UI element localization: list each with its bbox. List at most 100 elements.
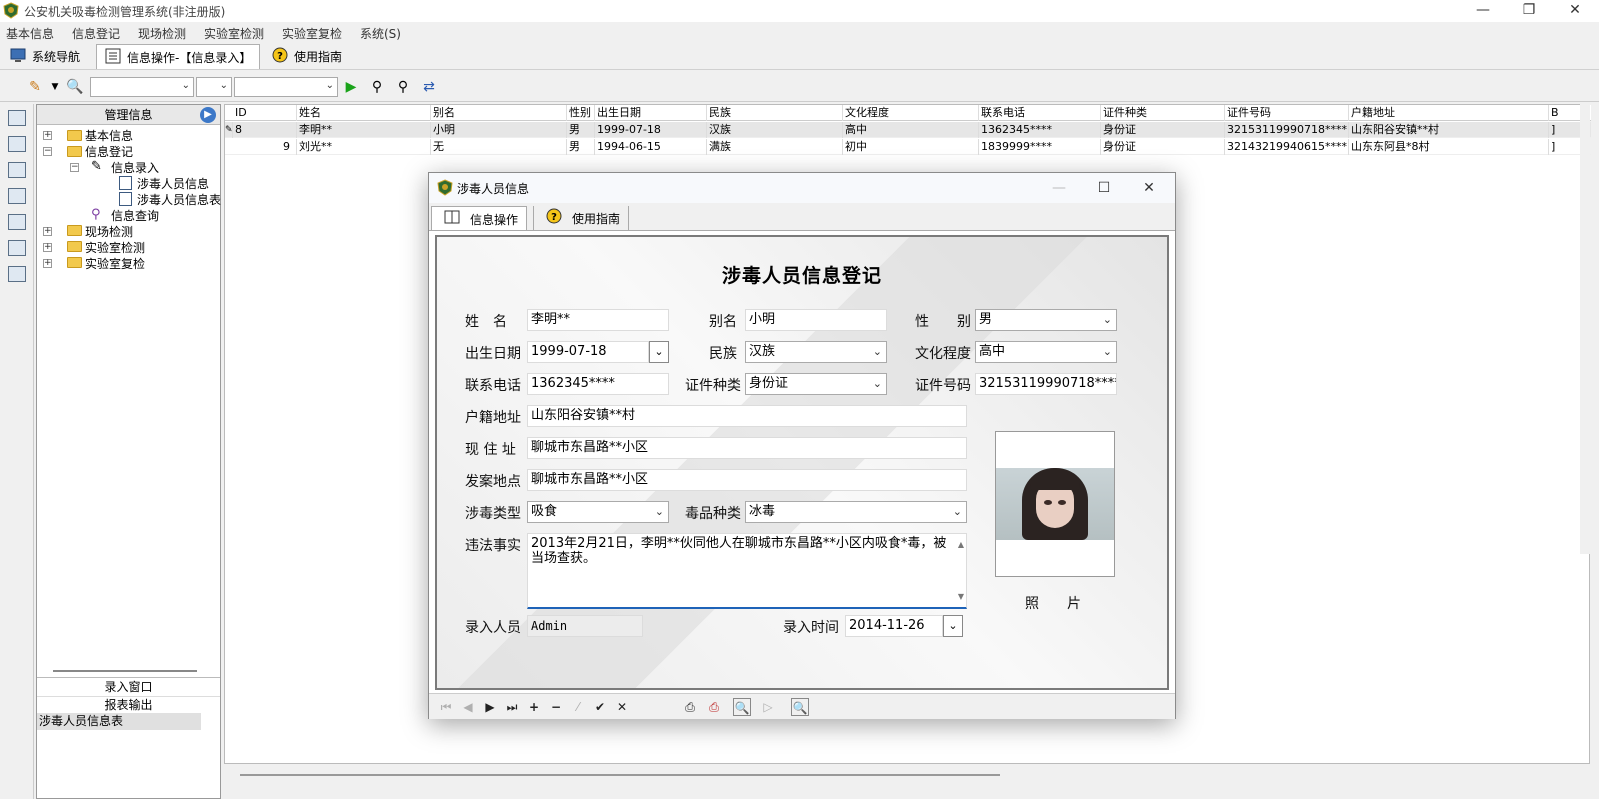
col-header[interactable]: 联系电话 bbox=[979, 105, 1101, 121]
col-header[interactable]: 民族 bbox=[707, 105, 843, 121]
tree-item-basic-info[interactable]: 基本信息 bbox=[85, 127, 133, 144]
drug-kind-select[interactable]: 冰毒 ⌄ bbox=[745, 501, 967, 523]
tree-item-lab-test[interactable]: 实验室检测 bbox=[85, 239, 145, 256]
date-picker-button[interactable]: ⌄ bbox=[649, 341, 669, 363]
tab-info-operation[interactable]: 信息操作-【信息录入】 bbox=[96, 44, 261, 69]
expand-icon[interactable]: + bbox=[43, 227, 52, 236]
find-next-icon[interactable]: ⚲ bbox=[394, 79, 412, 95]
date-picker-button[interactable]: ⌄ bbox=[943, 615, 963, 637]
document-icon[interactable] bbox=[8, 188, 26, 204]
col-header[interactable]: 户籍地址 bbox=[1349, 105, 1549, 121]
tab-system-nav[interactable]: 系统导航 bbox=[2, 44, 88, 69]
menu-lab-retest[interactable]: 实验室复检 bbox=[282, 25, 342, 42]
tree-item-person-table[interactable]: 涉毒人员信息表 bbox=[137, 191, 221, 208]
last-record-icon[interactable]: ⏭ bbox=[503, 698, 521, 716]
id-number-field[interactable]: 32153119990718**** bbox=[975, 373, 1117, 395]
menu-info-register[interactable]: 信息登记 bbox=[72, 25, 120, 42]
close-button[interactable]: ✕ bbox=[1552, 0, 1598, 22]
splitter[interactable] bbox=[53, 670, 197, 672]
dialog-close-button[interactable]: ✕ bbox=[1129, 175, 1169, 201]
list-item-entry-window[interactable]: 录入窗口 bbox=[37, 679, 220, 696]
name-field[interactable]: 李明** bbox=[527, 309, 669, 331]
delete-record-icon[interactable]: − bbox=[547, 698, 565, 716]
horizontal-scrollbar[interactable] bbox=[240, 774, 1000, 776]
col-header[interactable]: 别名 bbox=[431, 105, 567, 121]
play-icon[interactable]: ▷ bbox=[759, 698, 777, 716]
scroll-up-icon[interactable]: ▲ bbox=[958, 537, 964, 552]
pencil-icon[interactable]: ✎ bbox=[26, 79, 44, 95]
trash-icon[interactable] bbox=[8, 266, 26, 282]
scroll-down-icon[interactable]: ▼ bbox=[958, 589, 964, 604]
col-header[interactable]: 证件号码 bbox=[1225, 105, 1349, 121]
settings-icon[interactable] bbox=[8, 240, 26, 256]
col-header[interactable]: ID bbox=[233, 105, 297, 121]
incident-place-field[interactable]: 聊城市东昌路**小区 bbox=[527, 469, 967, 491]
facts-textarea[interactable]: 2013年2月21日，李明**伙同他人在聊城市东昌路**小区内吸食*毒，被当场查… bbox=[527, 533, 967, 609]
prior-record-icon[interactable]: ◀ bbox=[459, 698, 477, 716]
id-type-select[interactable]: 身份证 ⌄ bbox=[745, 373, 887, 395]
next-record-icon[interactable]: ▶ bbox=[481, 698, 499, 716]
refresh-icon[interactable]: ⇄ bbox=[420, 79, 438, 95]
tree-item-info-query[interactable]: 信息查询 bbox=[111, 207, 159, 224]
tab-user-guide[interactable]: ? 使用指南 bbox=[533, 206, 630, 230]
expand-icon[interactable]: + bbox=[43, 243, 52, 252]
list-item-report-output[interactable]: 报表输出 bbox=[37, 696, 220, 713]
tree-item-info-register[interactable]: 信息登记 bbox=[85, 143, 133, 160]
tree-item-lab-retest[interactable]: 实验室复检 bbox=[85, 255, 145, 272]
col-header[interactable]: B bbox=[1549, 105, 1569, 121]
photo-frame[interactable] bbox=[995, 431, 1115, 577]
edit-record-icon[interactable]: ⁄ bbox=[569, 698, 587, 716]
print-preview-icon[interactable]: 🔍 bbox=[733, 698, 751, 716]
col-header[interactable]: 性别 bbox=[567, 105, 595, 121]
value-select[interactable]: ⌄ bbox=[234, 77, 338, 97]
print-icon[interactable]: ⎙ bbox=[681, 698, 699, 716]
expand-icon[interactable]: + bbox=[43, 131, 52, 140]
vertical-scrollbar[interactable] bbox=[1580, 104, 1590, 554]
col-header[interactable]: 证件种类 bbox=[1101, 105, 1225, 121]
tab-user-guide[interactable]: ? 使用指南 bbox=[264, 44, 350, 69]
insert-record-icon[interactable]: + bbox=[525, 698, 543, 716]
drug-type-select[interactable]: 吸食 ⌄ bbox=[527, 501, 669, 523]
collapse-node-icon[interactable]: − bbox=[43, 147, 52, 156]
hukou-field[interactable]: 山东阳谷安镇**村 bbox=[527, 405, 967, 427]
chart-icon[interactable] bbox=[8, 214, 26, 230]
menu-field-test[interactable]: 现场检测 bbox=[138, 25, 186, 42]
dialog-minimize-button[interactable]: — bbox=[1039, 175, 1079, 201]
entry-time-field[interactable]: 2014-11-26 bbox=[845, 615, 943, 637]
first-record-icon[interactable]: ⏮ bbox=[437, 698, 455, 716]
tools-icon[interactable] bbox=[8, 136, 26, 152]
chevron-down-icon[interactable]: ▼ bbox=[46, 79, 64, 95]
col-header[interactable]: 姓名 bbox=[297, 105, 431, 121]
dialog-maximize-button[interactable]: ☐ bbox=[1084, 175, 1124, 201]
desktop-icon[interactable] bbox=[8, 110, 26, 126]
find-user-icon[interactable]: ⚲ bbox=[368, 79, 386, 95]
operator-select[interactable]: ⌄ bbox=[196, 77, 232, 97]
preview-icon[interactable]: 🔍 bbox=[66, 79, 84, 95]
restore-button[interactable]: ❐ bbox=[1506, 0, 1552, 22]
alias-field[interactable]: 小明 bbox=[745, 309, 887, 331]
col-header[interactable]: 文化程度 bbox=[843, 105, 979, 121]
search-icon[interactable]: 🔍 bbox=[791, 698, 809, 716]
field-select[interactable]: ⌄ bbox=[90, 77, 194, 97]
collapse-icon[interactable]: ▶ bbox=[200, 107, 216, 123]
list-item-person-table[interactable]: 涉毒人员信息表 bbox=[37, 713, 201, 730]
collapse-node-icon[interactable]: − bbox=[70, 163, 79, 172]
ethnicity-select[interactable]: 汉族 ⌄ bbox=[745, 341, 887, 363]
expand-icon[interactable]: + bbox=[43, 259, 52, 268]
print-export-icon[interactable]: ⎙ bbox=[705, 698, 723, 716]
menu-basic-info[interactable]: 基本信息 bbox=[6, 25, 54, 42]
tree-item-info-entry[interactable]: 信息录入 bbox=[111, 159, 159, 176]
run-query-icon[interactable]: ▶ bbox=[342, 79, 360, 95]
post-record-icon[interactable]: ✔ bbox=[591, 698, 609, 716]
menu-lab-test[interactable]: 实验室检测 bbox=[204, 25, 264, 42]
birth-date-field[interactable]: 1999-07-18 bbox=[527, 341, 649, 363]
gender-select[interactable]: 男 ⌄ bbox=[975, 309, 1117, 331]
col-header[interactable]: 出生日期 bbox=[595, 105, 707, 121]
cancel-record-icon[interactable]: ✕ bbox=[613, 698, 631, 716]
address-field[interactable]: 聊城市东昌路**小区 bbox=[527, 437, 967, 459]
table-row[interactable]: 9 刘光** 无 男 1994-06-15 满族 初中 1839999**** … bbox=[225, 139, 1591, 155]
menu-system[interactable]: 系统(S) bbox=[360, 25, 401, 42]
book-icon[interactable] bbox=[8, 162, 26, 178]
tree-item-person-info[interactable]: 涉毒人员信息 bbox=[137, 175, 209, 192]
minimize-button[interactable]: — bbox=[1460, 0, 1506, 22]
